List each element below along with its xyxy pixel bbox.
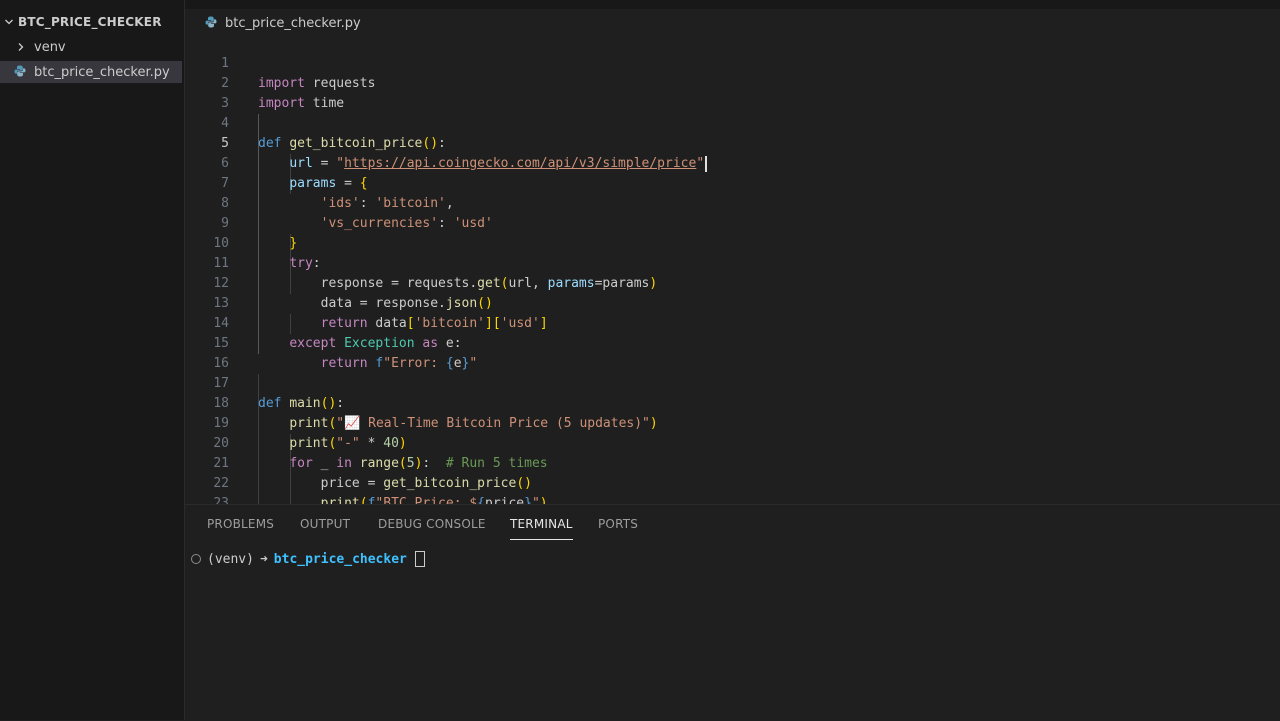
- sidebar-item-label: venv: [34, 39, 66, 55]
- code-token: price: [485, 496, 525, 504]
- tab-ports[interactable]: PORTS: [598, 517, 638, 539]
- code-line: 6 params = {: [185, 134, 1280, 191]
- tab-label: btc_price_checker.py: [225, 15, 361, 31]
- chevron-right-icon: [16, 42, 30, 52]
- tab-debug-console[interactable]: DEBUG CONSOLE: [378, 517, 486, 539]
- code-line: 22 print(f"BTC Price: ${price}"): [185, 454, 1280, 504]
- code-line: 3: [185, 74, 1280, 111]
- python-file-icon: [14, 65, 28, 79]
- line-number: 23: [213, 496, 229, 504]
- python-file-icon: [205, 16, 219, 30]
- code-line: 15 return f"Error: {e}": [185, 314, 1280, 371]
- explorer-folder-header[interactable]: BTC_PRICE_CHECKER: [0, 12, 184, 32]
- terminal-venv: (venv): [207, 551, 254, 567]
- code-line: 11 response = requests.get(url, params=p…: [185, 234, 1280, 291]
- code-editor[interactable]: 1 import requests 2 import time 3 4 def …: [185, 34, 1280, 504]
- code-line: 14 except Exception as e:: [185, 294, 1280, 351]
- sidebar-item-label: btc_price_checker.py: [34, 64, 170, 80]
- sidebar-item-venv[interactable]: venv: [0, 36, 182, 58]
- terminal-cursor: [414, 551, 425, 567]
- code-token: "BTC Price: $: [375, 496, 478, 504]
- sidebar-item-btc-price-checker[interactable]: btc_price_checker.py: [0, 61, 182, 83]
- tab-terminal[interactable]: TERMINAL: [510, 517, 573, 540]
- tab-output[interactable]: OUTPUT: [300, 517, 350, 539]
- code-token: ": [531, 496, 540, 504]
- code-line: 2 import time: [185, 54, 1280, 111]
- tab-problems[interactable]: PROBLEMS: [207, 517, 274, 539]
- code-line: 17 def main():: [185, 354, 1280, 411]
- bottom-panel: PROBLEMS OUTPUT DEBUG CONSOLE TERMINAL P…: [185, 504, 1280, 721]
- code-line: 7 'ids': 'bitcoin',: [185, 154, 1280, 211]
- code-line: 4 def get_bitcoin_price():: [185, 94, 1280, 151]
- code-line: 23 time.sleep(10): [185, 474, 1280, 504]
- tab-bar-top-strip: [185, 0, 1280, 9]
- explorer-folder-name: BTC_PRICE_CHECKER: [18, 15, 162, 29]
- code-line-active: 5 url = "https://api.coingecko.com/api/v…: [185, 114, 1280, 172]
- chevron-down-icon: [4, 17, 14, 27]
- code-line: 18 print("📈 Real-Time Bitcoin Price (5 u…: [185, 374, 1280, 431]
- code-line: 19 print("-" * 40): [185, 394, 1280, 451]
- code-line: 20 for _ in range(5): # Run 5 times: [185, 414, 1280, 471]
- command-status-circle-icon: [191, 554, 201, 564]
- code-line: 13 return data['bitcoin']['usd']: [185, 274, 1280, 331]
- terminal-directory: btc_price_checker: [273, 551, 407, 567]
- prompt-arrow-icon: ➜: [259, 551, 268, 567]
- terminal-prompt[interactable]: (venv) ➜ btc_price_checker: [191, 551, 425, 567]
- code-line: 12 data = response.json(): [185, 254, 1280, 311]
- code-line: 21 price = get_bitcoin_price(): [185, 434, 1280, 491]
- code-line: 1 import requests: [185, 34, 1280, 91]
- code-line: 9 }: [185, 194, 1280, 251]
- explorer-sidebar: BTC_PRICE_CHECKER venv btc_price_checker…: [0, 0, 185, 720]
- code-line: 8 'vs_currencies': 'usd': [185, 174, 1280, 231]
- code-line: 10 try:: [185, 214, 1280, 271]
- code-line: 16: [185, 334, 1280, 371]
- tab-btc-price-checker[interactable]: btc_price_checker.py: [205, 12, 361, 34]
- code-token: print: [320, 496, 360, 504]
